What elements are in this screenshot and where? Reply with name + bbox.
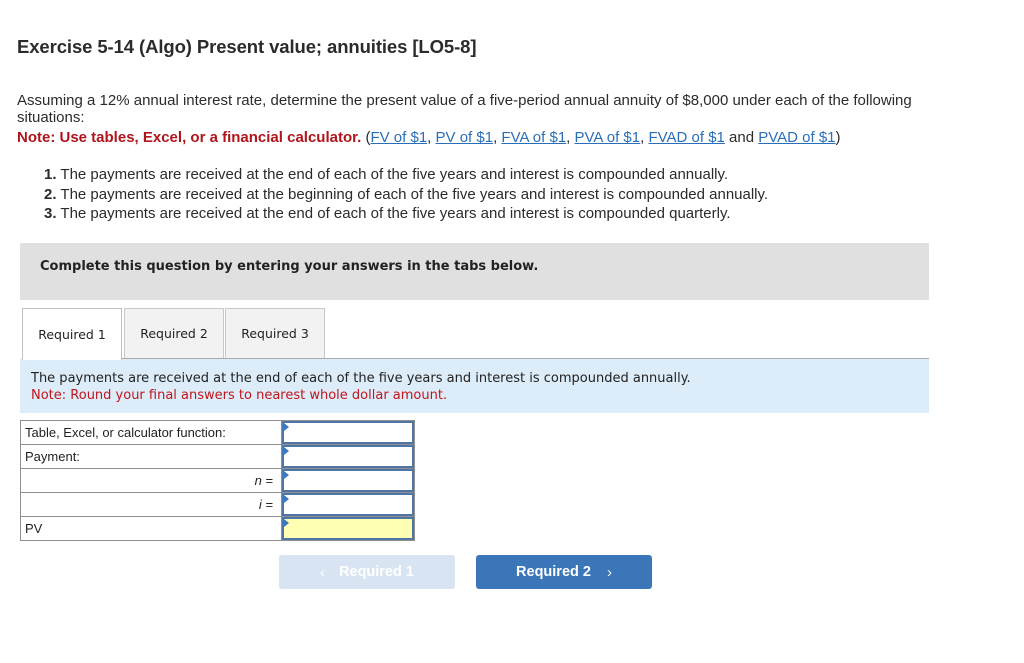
tab-required-2[interactable]: Required 2 [124, 308, 224, 358]
i-input[interactable] [284, 495, 412, 514]
i-label: i = [20, 492, 282, 517]
payment-label: Payment: [20, 444, 282, 469]
situation-list: 1. The payments are received at the end … [44, 165, 768, 224]
table-row: Payment: [20, 444, 415, 469]
table-row: PV [20, 516, 415, 541]
instruction-banner: Complete this question by entering your … [20, 243, 929, 300]
tables-note-label: Note: Use tables, Excel, or a financial … [17, 129, 362, 146]
rounding-note: Note: Round your final answers to neares… [31, 388, 448, 403]
function-label: Table, Excel, or calculator function: [20, 420, 282, 445]
chevron-left-icon: ‹ [320, 563, 326, 581]
n-label: n = [20, 468, 282, 493]
n-input[interactable] [284, 471, 412, 490]
function-input[interactable] [284, 423, 412, 442]
pv-label: PV [20, 516, 282, 541]
link-pva-of-1[interactable]: PVA of $1 [575, 129, 641, 146]
situation-item: 3. The payments are received at the end … [44, 205, 731, 222]
banner-text: Complete this question by entering your … [40, 259, 539, 274]
tab-required-3[interactable]: Required 3 [225, 308, 325, 358]
next-button-label: Required 2 [516, 564, 591, 580]
situation-item: 2. The payments are received at the begi… [44, 185, 769, 203]
link-fv-of-1[interactable]: FV of $1 [370, 129, 427, 146]
pv-input[interactable] [284, 519, 412, 538]
chevron-right-icon: › [606, 563, 612, 581]
table-row: n = [20, 468, 415, 493]
tables-note: Note: Use tables, Excel, or a financial … [17, 129, 841, 146]
page-title: Exercise 5-14 (Algo) Present value; annu… [17, 36, 477, 57]
tab-required-1[interactable]: Required 1 [22, 308, 122, 360]
link-pv-of-1[interactable]: PV of $1 [436, 129, 494, 146]
table-row: i = [20, 492, 415, 517]
pv-calculation-table: Table, Excel, or calculator function: Pa… [20, 420, 415, 541]
requirement-info-box: The payments are received at the end of … [20, 359, 929, 413]
problem-intro: Assuming a 12% annual interest rate, det… [17, 92, 912, 126]
link-fvad-of-1[interactable]: FVAD of $1 [648, 129, 724, 146]
next-required-button[interactable]: Required 2 › [476, 555, 652, 589]
situation-item: 1. The payments are received at the end … [44, 166, 729, 183]
link-pvad-of-1[interactable]: PVAD of $1 [758, 129, 835, 146]
link-fva-of-1[interactable]: FVA of $1 [501, 129, 566, 146]
payment-input[interactable] [284, 447, 412, 466]
table-row: Table, Excel, or calculator function: [20, 420, 415, 445]
requirement-instruction: The payments are received at the end of … [31, 371, 691, 386]
previous-required-button[interactable]: ‹ Required 1 [279, 555, 455, 589]
previous-button-label: Required 1 [339, 564, 414, 580]
